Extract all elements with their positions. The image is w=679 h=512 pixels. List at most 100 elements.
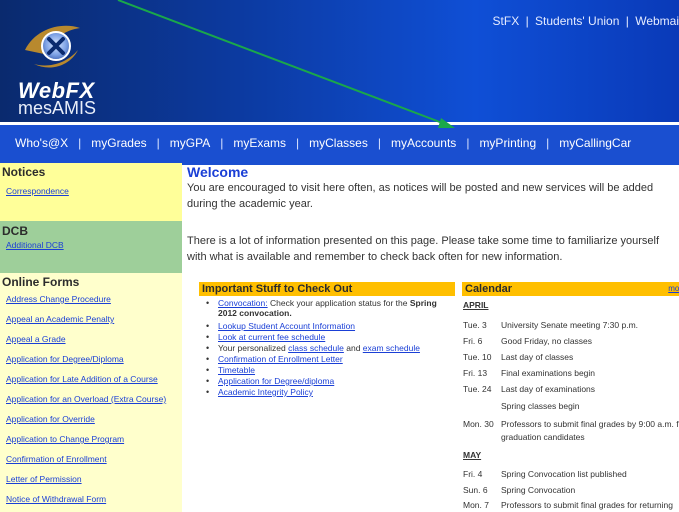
form-link[interactable]: Appeal a Grade bbox=[6, 334, 66, 344]
list-item: Application for Degree/diploma bbox=[200, 376, 450, 386]
form-link[interactable]: Notice of Withdrawal Form bbox=[6, 494, 106, 504]
nav-separator: | bbox=[220, 136, 224, 150]
sidebar-link-correspondence[interactable]: Correspondence bbox=[6, 186, 69, 196]
list-item: Academic Integrity Policy bbox=[200, 387, 450, 397]
calendar-event: graduation candidates bbox=[501, 432, 585, 442]
enrollment-letter-link[interactable]: Confirmation of Enrollment Letter bbox=[218, 354, 343, 364]
calendar-date: Fri. 13 bbox=[463, 368, 488, 378]
calendar-row: Tue. 10 Last day of classes bbox=[463, 352, 573, 362]
welcome-paragraph-1: You are encouraged to visit here often, … bbox=[187, 182, 654, 210]
form-link[interactable]: Appeal an Academic Penalty bbox=[6, 314, 114, 324]
form-link[interactable]: Letter of Permission bbox=[6, 474, 82, 484]
important-stuff-list: Convocation: Check your application stat… bbox=[200, 298, 450, 398]
calendar-row: Spring classes begin bbox=[463, 401, 579, 411]
main-nav: Who's@X | myGrades | myGPA | myExams | myClasses… bbox=[0, 122, 679, 165]
calendar-date: Fri. 4 bbox=[463, 469, 483, 479]
nav-item-myexams[interactable]: myExams bbox=[233, 136, 286, 150]
calendar-date: Sun. 6 bbox=[463, 485, 488, 495]
calendar-row: Fri. 6 Good Friday, no classes bbox=[463, 336, 592, 346]
nav-item-mycallingcard[interactable]: myCallingCar bbox=[559, 136, 631, 150]
nav-item-mygrades[interactable]: myGrades bbox=[91, 136, 146, 150]
calendar-event: Spring Convocation bbox=[501, 485, 576, 495]
nav-item-myclasses[interactable]: myClasses bbox=[309, 136, 368, 150]
academic-integrity-link[interactable]: Academic Integrity Policy bbox=[218, 387, 313, 397]
nav-separator: | bbox=[377, 136, 381, 150]
nav-separator: | bbox=[156, 136, 160, 150]
list-item: Timetable bbox=[200, 365, 450, 375]
calendar-date: Fri. 6 bbox=[463, 336, 483, 346]
top-link-students-union[interactable]: Students' Union bbox=[535, 14, 619, 28]
notices-title: Notices bbox=[2, 165, 46, 179]
calendar-row: Mon. 7 Professors to submit final grades … bbox=[463, 500, 673, 510]
top-link-stfx[interactable]: StFX bbox=[493, 14, 520, 28]
brand-subtitle: mesAMIS bbox=[18, 98, 97, 118]
xavier-x-logo-icon[interactable] bbox=[22, 20, 84, 72]
convocation-link[interactable]: Convocation: bbox=[218, 298, 268, 308]
calendar-row: Mon. 30 Professors to submit final grades… bbox=[463, 419, 679, 429]
calendar-event: Spring Convocation list published bbox=[501, 469, 627, 479]
sidebar-link-additional-dcb[interactable]: Additional DCB bbox=[6, 240, 64, 250]
left-sidebar: Notices Correspondence DCB Additional DC… bbox=[0, 163, 182, 512]
list-item: Lookup Student Account Information bbox=[200, 321, 450, 331]
list-item: Look at current fee schedule bbox=[200, 332, 450, 342]
calendar-event: University Senate meeting 7:30 p.m. bbox=[501, 320, 639, 330]
nav-separator: | bbox=[296, 136, 300, 150]
nav-separator: | bbox=[466, 136, 470, 150]
welcome-paragraph-2: There is a lot of information presented … bbox=[187, 235, 660, 263]
online-forms-title: Online Forms bbox=[2, 275, 80, 289]
calendar-row: Fri. 13 Final examinations begin bbox=[463, 368, 595, 378]
calendar-date: Tue. 24 bbox=[463, 384, 492, 394]
calendar-date: Mon. 30 bbox=[463, 419, 494, 429]
student-account-link[interactable]: Lookup Student Account Information bbox=[218, 321, 355, 331]
notices-block: Notices Correspondence bbox=[0, 163, 182, 221]
form-link[interactable]: Application to Change Program bbox=[6, 434, 124, 444]
nav-separator: | bbox=[78, 136, 82, 150]
calendar-title: Calendar bbox=[465, 283, 513, 295]
list-item-text: Your personalized bbox=[218, 343, 289, 353]
form-link[interactable]: Application for Degree/Diploma bbox=[6, 354, 124, 364]
calendar-row: graduation candidates bbox=[463, 432, 585, 442]
calendar-row: Tue. 24 Last day of examinations bbox=[463, 384, 595, 394]
dcb-block: DCB Additional DCB bbox=[0, 221, 182, 273]
calendar-event: Professors to submit final grades by 9:0… bbox=[501, 419, 679, 429]
calendar-date: Tue. 3 bbox=[463, 320, 487, 330]
form-link[interactable]: Application for an Overload (Extra Cours… bbox=[6, 394, 166, 404]
calendar-event: Final examinations begin bbox=[501, 368, 596, 378]
class-schedule-link[interactable]: class schedule bbox=[288, 343, 344, 353]
calendar-row: Tue. 3 University Senate meeting 7:30 p.m… bbox=[463, 320, 638, 330]
calendar-event: Last day of examinations bbox=[501, 384, 596, 394]
calendar-event: Last day of classes bbox=[501, 352, 574, 362]
dcb-title: DCB bbox=[2, 224, 28, 238]
calendar-row: Fri. 4 Spring Convocation list published bbox=[463, 469, 627, 479]
important-stuff-header: Important Stuff to Check Out bbox=[199, 282, 455, 296]
list-item: Convocation: Check your application stat… bbox=[200, 298, 450, 318]
calendar-date: Mon. 7 bbox=[463, 500, 489, 510]
timetable-link[interactable]: Timetable bbox=[218, 365, 255, 375]
form-link[interactable]: Application for Override bbox=[6, 414, 95, 424]
form-link[interactable]: Address Change Procedure bbox=[6, 294, 111, 304]
nav-item-myaccounts[interactable]: myAccounts bbox=[391, 136, 456, 150]
nav-item-mygpa[interactable]: myGPA bbox=[170, 136, 210, 150]
degree-application-link[interactable]: Application for Degree/diploma bbox=[218, 376, 334, 386]
calendar-event: Good Friday, no classes bbox=[501, 336, 593, 346]
form-link[interactable]: Application for Late Addition of a Cours… bbox=[6, 374, 158, 384]
calendar-month-may: MAY bbox=[463, 450, 482, 460]
welcome-title: Welcome bbox=[187, 164, 249, 180]
nav-separator: | bbox=[546, 136, 550, 150]
calendar-header: Calendar mor bbox=[462, 282, 679, 296]
site-header: WebFX mesAMIS StFX | Students' Union | W… bbox=[0, 0, 679, 122]
calendar-event: Professors to submit final grades for re… bbox=[501, 500, 673, 510]
exam-schedule-link[interactable]: exam schedule bbox=[363, 343, 420, 353]
list-item: Confirmation of Enrollment Letter bbox=[200, 354, 450, 364]
form-link[interactable]: Confirmation of Enrollment bbox=[6, 454, 107, 464]
top-link-webmail[interactable]: Webmai bbox=[635, 14, 679, 28]
fee-schedule-link[interactable]: Look at current fee schedule bbox=[218, 332, 325, 342]
calendar-more-link[interactable]: mor bbox=[668, 282, 679, 296]
online-forms-block: Online Forms Address Change Procedure Ap… bbox=[0, 273, 182, 512]
nav-item-whos-at-x[interactable]: Who's@X bbox=[15, 136, 68, 150]
top-separator: | bbox=[525, 14, 529, 28]
nav-item-myprinting[interactable]: myPrinting bbox=[479, 136, 536, 150]
list-item-text: Check your application status for the bbox=[267, 298, 410, 308]
list-item-text: and bbox=[343, 343, 363, 353]
calendar-event: Spring classes begin bbox=[501, 401, 580, 411]
